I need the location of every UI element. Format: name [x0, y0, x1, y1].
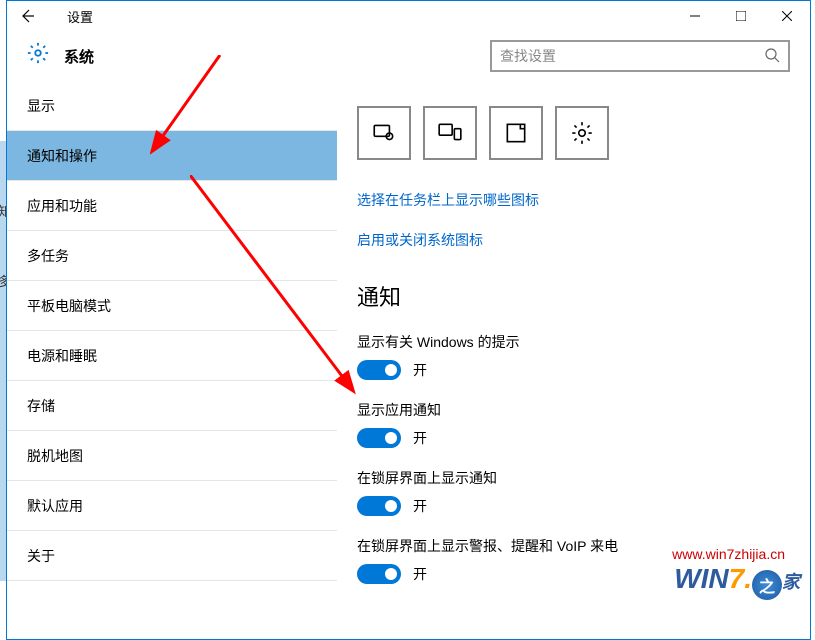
watermark-url: www.win7zhijia.cn — [672, 546, 785, 562]
quick-action-row — [357, 106, 790, 160]
sidebar-item-apps[interactable]: 应用和功能 — [7, 181, 337, 231]
sidebar-item-about[interactable]: 关于 — [7, 531, 337, 581]
quick-action-settings[interactable] — [555, 106, 609, 160]
sidebar-item-notifications[interactable]: 通知和操作 — [7, 131, 337, 181]
header-section-title: 系统 — [64, 46, 94, 67]
setting-app-notifications: 显示应用通知 开 — [357, 400, 790, 448]
toggle-lockscreen-alerts[interactable] — [357, 564, 401, 584]
quick-action-connect[interactable] — [423, 106, 477, 160]
toggle-app-notifications[interactable] — [357, 428, 401, 448]
search-icon — [764, 47, 780, 66]
titlebar: 设置 — [7, 1, 810, 31]
watermark-logo: WIN7.之家 — [674, 563, 800, 600]
sidebar-item-multitask[interactable]: 多任务 — [7, 231, 337, 281]
minimize-button[interactable] — [672, 1, 718, 31]
settings-window: 设置 系统 查找设置 显示 通知和操作 应用和功能 多任务 平板电脑模式 — [6, 0, 811, 640]
quick-action-tablet[interactable] — [357, 106, 411, 160]
gear-icon — [27, 42, 49, 70]
toggle-windows-tips[interactable] — [357, 360, 401, 380]
quick-action-note[interactable] — [489, 106, 543, 160]
toggle-state: 开 — [413, 496, 427, 516]
window-title: 设置 — [67, 7, 93, 26]
sidebar-item-tablet[interactable]: 平板电脑模式 — [7, 281, 337, 331]
link-taskbar-icons[interactable]: 选择在任务栏上显示哪些图标 — [357, 190, 790, 210]
back-button[interactable] — [7, 1, 47, 31]
setting-label: 显示应用通知 — [357, 400, 790, 420]
close-button[interactable] — [764, 1, 810, 31]
sidebar: 显示 通知和操作 应用和功能 多任务 平板电脑模式 电源和睡眠 存储 脱机地图 … — [7, 81, 337, 639]
setting-windows-tips: 显示有关 Windows 的提示 开 — [357, 332, 790, 380]
sidebar-item-power[interactable]: 电源和睡眠 — [7, 331, 337, 381]
setting-lockscreen-notifications: 在锁屏界面上显示通知 开 — [357, 468, 790, 516]
sidebar-item-default-apps[interactable]: 默认应用 — [7, 481, 337, 531]
sidebar-item-display[interactable]: 显示 — [7, 81, 337, 131]
truncated-heading: ━━━━━━━━━ — [357, 81, 790, 86]
search-placeholder: 查找设置 — [500, 46, 556, 66]
link-system-icons[interactable]: 启用或关闭系统图标 — [357, 230, 790, 250]
toggle-state: 开 — [413, 360, 427, 380]
maximize-button[interactable] — [718, 1, 764, 31]
header: 系统 查找设置 — [7, 31, 810, 81]
setting-label: 在锁屏界面上显示通知 — [357, 468, 790, 488]
toggle-lockscreen-notifications[interactable] — [357, 496, 401, 516]
globe-icon: 之 — [752, 570, 782, 600]
toggle-state: 开 — [413, 428, 427, 448]
toggle-state: 开 — [413, 564, 427, 584]
search-input[interactable]: 查找设置 — [490, 40, 790, 72]
setting-label: 显示有关 Windows 的提示 — [357, 332, 790, 352]
sidebar-item-offline-maps[interactable]: 脱机地图 — [7, 431, 337, 481]
section-title-notifications: 通知 — [357, 280, 790, 312]
sidebar-item-storage[interactable]: 存储 — [7, 381, 337, 431]
